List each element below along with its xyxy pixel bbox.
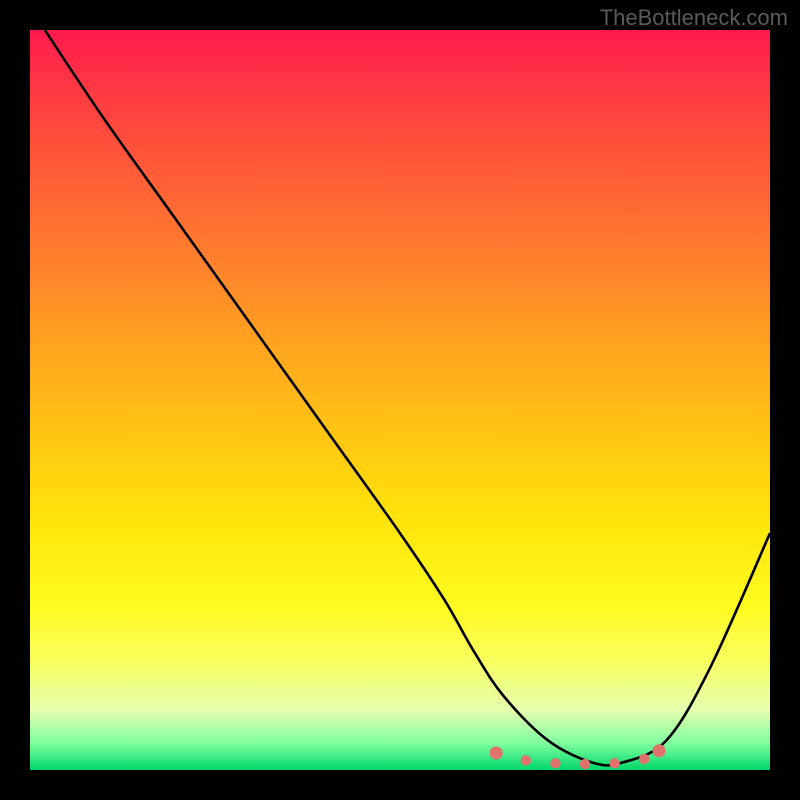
chart-plot-area <box>30 30 770 770</box>
bottleneck-curve-line <box>45 30 770 765</box>
optimal-marker <box>550 758 560 768</box>
optimal-marker <box>521 755 531 765</box>
optimal-marker <box>653 744 666 757</box>
optimal-marker <box>580 759 590 769</box>
chart-svg <box>30 30 770 770</box>
optimal-marker <box>490 746 503 759</box>
optimal-marker <box>609 758 619 768</box>
optimal-marker <box>639 754 649 764</box>
watermark-label: TheBottleneck.com <box>600 5 788 31</box>
